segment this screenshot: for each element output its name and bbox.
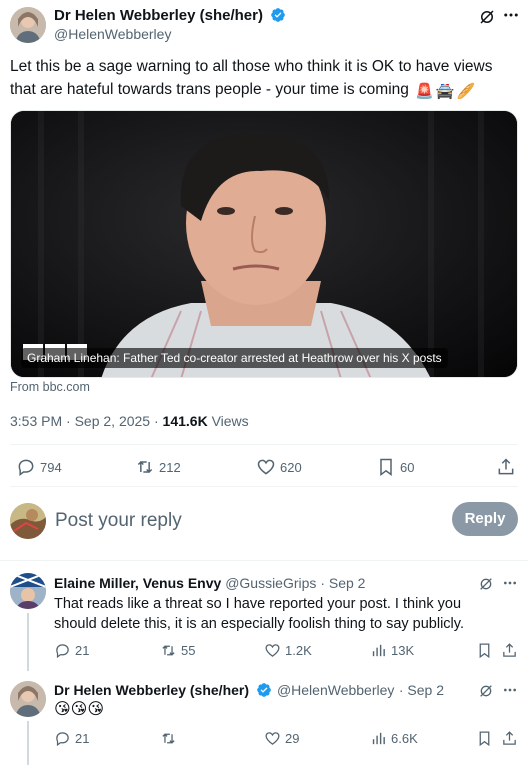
reply-action[interactable]: 794 <box>16 457 62 477</box>
news-photo <box>11 111 517 377</box>
share-icon <box>498 458 514 475</box>
divider <box>0 560 528 561</box>
reply-author-name[interactable]: Elaine Miller, Venus Envy <box>54 575 221 591</box>
more-options-icon[interactable] <box>502 682 518 698</box>
divider <box>10 444 518 445</box>
like-action[interactable]: 620 <box>256 457 302 477</box>
reply-icon <box>56 644 69 659</box>
share-icon <box>503 731 516 745</box>
reply-share-action[interactable] <box>501 730 518 747</box>
reply-button[interactable]: Reply <box>452 502 518 536</box>
repost-icon <box>162 645 175 656</box>
verified-badge-icon <box>256 682 272 698</box>
reply-repost-action[interactable] <box>160 730 181 747</box>
share-icon <box>503 643 516 657</box>
reply-input[interactable]: Post your reply <box>55 510 182 532</box>
repost-action[interactable]: 212 <box>135 457 181 477</box>
reply-views-action[interactable]: 6.6K <box>370 730 418 747</box>
bookmark-icon <box>380 458 392 476</box>
reply-count: 794 <box>40 459 62 475</box>
current-user-avatar[interactable] <box>10 503 46 539</box>
more-options-icon[interactable] <box>502 575 518 591</box>
bookmark-icon <box>479 643 490 659</box>
reply-author-handle[interactable]: @HelenWebberley <box>277 682 394 698</box>
bookmark-count: 60 <box>400 459 415 475</box>
reply-share-action[interactable] <box>501 642 518 659</box>
views-icon <box>372 732 385 745</box>
link-card-title[interactable]: Graham Linehan: Father Ted co-creator ar… <box>21 348 448 368</box>
reply-avatar[interactable] <box>10 681 46 717</box>
reply-icon <box>18 459 34 476</box>
more-options-icon[interactable] <box>502 6 520 24</box>
reply-author-handle[interactable]: @GussieGrips <box>225 575 316 591</box>
repost-icon <box>162 733 175 744</box>
reply-bookmark-action[interactable] <box>476 642 493 659</box>
reply-views-count: 6.6K <box>391 731 418 746</box>
like-count: 620 <box>280 459 302 475</box>
like-icon <box>257 459 275 475</box>
tweet-emoji-3: 🥖 <box>456 83 476 100</box>
tweet-timestamp[interactable]: 3:53 PM · Sep 2, 2025 · <box>10 413 159 429</box>
reply-emojis: 😘😘😘 <box>54 701 105 718</box>
reply-icon <box>56 732 69 747</box>
link-source[interactable]: From bbc.com <box>10 380 90 394</box>
views-count: 141.6K <box>162 413 208 429</box>
tweet-emoji-1: 🚨 <box>415 83 434 100</box>
tweet-text: Let this be a sage warning to all those … <box>10 55 518 101</box>
link-card-image[interactable]: Graham Linehan: Father Ted co-creator ar… <box>10 110 518 378</box>
share-action[interactable] <box>496 457 516 477</box>
grok-icon[interactable] <box>478 683 494 699</box>
like-icon <box>265 732 280 745</box>
reply-date[interactable]: · Sep 2 <box>320 575 365 591</box>
reply-text: That reads like a threat so I have repor… <box>54 596 464 632</box>
reply-date[interactable]: · Sep 2 <box>399 682 444 698</box>
reply-like-count: 29 <box>285 731 300 746</box>
reply-reply-count: 21 <box>75 643 90 658</box>
reply-reply-action[interactable]: 21 <box>54 642 89 659</box>
author-avatar[interactable] <box>10 7 46 43</box>
reply-reply-count: 21 <box>75 731 90 746</box>
thread-line <box>27 613 29 671</box>
reply-repost-count: 55 <box>181 643 196 658</box>
reply-bookmark-action[interactable] <box>476 730 493 747</box>
divider <box>10 486 518 487</box>
grok-icon[interactable] <box>478 576 494 592</box>
reply-author-name[interactable]: Dr Helen Webberley (she/her) <box>54 682 249 698</box>
reply-like-action[interactable]: 1.2K <box>264 642 312 659</box>
author-name[interactable]: Dr Helen Webberley (she/her) <box>54 7 263 24</box>
author-handle[interactable]: @HelenWebberley <box>54 26 171 42</box>
views-label: Views <box>211 413 249 429</box>
repost-icon <box>137 460 153 474</box>
reply-avatar[interactable] <box>10 573 46 609</box>
like-icon <box>265 644 280 657</box>
reply-like-action[interactable]: 29 <box>264 730 299 747</box>
reply-views-action[interactable]: 13K <box>370 642 414 659</box>
grok-icon[interactable] <box>478 8 496 26</box>
reply-repost-action[interactable]: 55 <box>160 642 195 659</box>
verified-badge-icon <box>270 7 286 23</box>
reply-like-count: 1.2K <box>285 643 312 658</box>
views-icon <box>372 644 385 657</box>
tweet-emoji-2: 🚔 <box>435 83 455 100</box>
reply-reply-action[interactable]: 21 <box>54 730 89 747</box>
reply-views-count: 13K <box>391 643 415 658</box>
thread-line <box>27 721 29 765</box>
bookmark-icon <box>479 731 490 747</box>
repost-count: 212 <box>159 459 181 475</box>
bookmark-action[interactable]: 60 <box>376 457 414 477</box>
